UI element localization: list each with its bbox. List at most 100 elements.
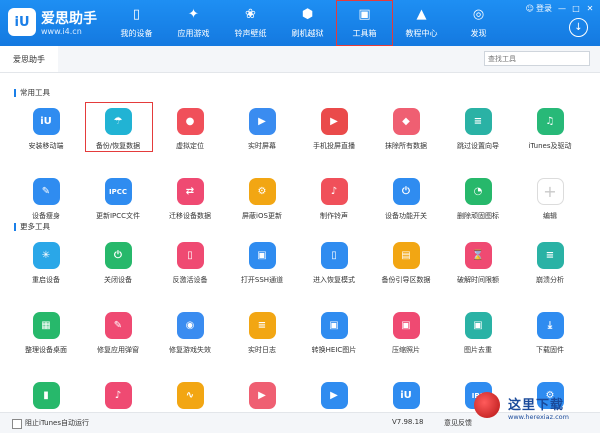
user-icon: ☺ [525, 4, 534, 13]
minimize-button[interactable]: — [558, 4, 566, 13]
delete-icon-icon: ◔ [464, 178, 492, 205]
download-icon[interactable]: ↓ [569, 18, 588, 37]
tool-tile-slim-device[interactable]: ✎ 设备瘦身 [10, 174, 82, 244]
tool-label: 编辑 [543, 212, 557, 220]
app-logo-icon: iU [8, 8, 36, 36]
feedback-link[interactable]: 意见反馈 [444, 418, 472, 428]
tool-tile-location-pin[interactable]: ● 虚拟定位 [154, 104, 226, 174]
player-icon: ▶ [320, 382, 348, 409]
tool-tile-power[interactable]: ⏻ 关闭设备 [82, 238, 154, 308]
maximize-button[interactable]: □ [572, 4, 580, 13]
tool-label: 图片去重 [464, 346, 492, 354]
tool-label: 压缩照片 [392, 346, 420, 354]
nav-tab-ringtone[interactable]: ❀ 铃声壁纸 [222, 0, 279, 46]
make-ringtone-icon: ♪ [320, 178, 348, 205]
install-mobile-icon: iU [32, 108, 60, 135]
tab-i4-assistant[interactable]: 爱思助手 [0, 46, 58, 72]
nav-tab-flash[interactable]: ⬢ 刷机越狱 [279, 0, 336, 46]
nav-tab-label: 铃声壁纸 [234, 29, 267, 38]
tool-tile-make-ringtone[interactable]: ♪ 制作铃声 [298, 174, 370, 244]
tool-tile-deactivate[interactable]: ▯ 反激活设备 [154, 238, 226, 308]
section-common: 常用工具 [14, 87, 50, 98]
section-common-title: 常用工具 [20, 88, 50, 97]
tool-label: 修复游戏失效 [169, 346, 211, 354]
main-nav: ▯ 我的设备 ✦ 应用游戏 ❀ 铃声壁纸 ⬢ 刷机越狱 ▣ 工具箱 ▲ 教程中心 ◎ 发现 [108, 0, 507, 46]
tool-label: 转换HEIC图片 [311, 346, 357, 354]
switch-icon: ⏻ [392, 178, 420, 205]
watermark-logo [474, 392, 500, 418]
tool-tile-desktop[interactable]: ▦ 整理设备桌面 [10, 308, 82, 378]
app-title: 爱思助手 [41, 11, 97, 27]
tool-tile-screen-mirror[interactable]: ▶ 实时屏幕 [226, 104, 298, 174]
ssh-icon: ▣ [248, 242, 276, 269]
itunes-autorun-label: 阻止iTunes自动运行 [25, 419, 89, 427]
tool-label: 修复应用弹窗 [97, 346, 139, 354]
desktop-icon: ▦ [32, 312, 60, 339]
tool-label: 崩溃分析 [536, 276, 564, 284]
app-url: www.i4.cn [41, 27, 82, 36]
tool-tile-restart[interactable]: ✳ 重启设备 [10, 238, 82, 308]
tool-tile-itunes[interactable]: ♫ iTunes及驱动 [514, 104, 586, 174]
tool-tile-ipcc[interactable]: IPCC 更新IPCC文件 [82, 174, 154, 244]
tool-label: 制作铃声 [320, 212, 348, 220]
recovery-icon: ▯ [320, 242, 348, 269]
tool-label: 整理设备桌面 [25, 346, 67, 354]
convert-video-icon: ▶ [248, 382, 276, 409]
tool-tile-live-cast[interactable]: ▶ 手机投屏直播 [298, 104, 370, 174]
tool-label: 破解时间限额 [457, 276, 499, 284]
nav-tab-discover[interactable]: ◎ 发现 [450, 0, 507, 46]
itunes-autorun-checkbox[interactable] [12, 419, 22, 429]
tool-tile-dedupe[interactable]: ▣ 图片去重 [442, 308, 514, 378]
nav-tab-phone[interactable]: ▯ 我的设备 [108, 0, 165, 46]
tool-tile-migrate[interactable]: ⇄ 迁移设备数据 [154, 174, 226, 244]
tool-tile-recovery[interactable]: ▯ 进入恢复模式 [298, 238, 370, 308]
tool-label: 虚拟定位 [176, 142, 204, 150]
search-input[interactable] [484, 51, 590, 66]
tool-label: 反激活设备 [172, 276, 208, 284]
power-icon: ⏻ [104, 242, 132, 269]
ringtone-icon: ❀ [245, 7, 256, 22]
tool-tile-time-limit[interactable]: ⌛ 破解时间限额 [442, 238, 514, 308]
tool-label: 打开SSH通道 [240, 276, 284, 284]
toolbox-icon: ▣ [358, 7, 371, 22]
selected-tool-highlight [85, 102, 153, 152]
tool-tile-log[interactable]: ≡ 实时日志 [226, 308, 298, 378]
tool-tile-delete-icon[interactable]: ◔ 删除顽固图标 [442, 174, 514, 244]
tool-tile-skip-setup[interactable]: ≡ 跳过设置向导 [442, 104, 514, 174]
nav-tab-toolbox[interactable]: ▣ 工具箱 [336, 0, 393, 46]
gamepad-icon: ◉ [176, 312, 204, 339]
tool-tile-heic[interactable]: ▣ 转换HEIC图片 [298, 308, 370, 378]
tool-tile-firmware[interactable]: ⤓ 下载固件 [514, 308, 586, 378]
phone-icon: ▯ [132, 7, 141, 22]
tool-tile-repair-popup[interactable]: ✎ 修复应用弹窗 [82, 308, 154, 378]
log-icon: ≡ [248, 312, 276, 339]
apps-icon: ✦ [188, 7, 199, 22]
tool-tile-add[interactable]: + 编辑 [514, 174, 586, 244]
tool-label: 安装移动端 [28, 142, 64, 150]
tool-tile-block-update[interactable]: ⚙ 屏蔽iOS更新 [226, 174, 298, 244]
tool-label: 备份引导区数据 [381, 276, 431, 284]
tool-tile-eraser[interactable]: ◆ 抹除所有数据 [370, 104, 442, 174]
tool-tile-compress-photo[interactable]: ▣ 压缩照片 [370, 308, 442, 378]
tool-tile-install-mobile[interactable]: iU 安装移动端 [10, 104, 82, 174]
discover-icon: ◎ [472, 7, 485, 22]
tool-tile-boot-backup[interactable]: ▤ 备份引导区数据 [370, 238, 442, 308]
tool-tile-ssh[interactable]: ▣ 打开SSH通道 [226, 238, 298, 308]
tool-label: iTunes及驱动 [528, 142, 572, 150]
tool-tile-switch[interactable]: ⏻ 设备功能开关 [370, 174, 442, 244]
watermark-text: 这里下载 [508, 398, 565, 413]
add-icon: + [536, 178, 564, 205]
tool-tile-crash-analysis[interactable]: ≡ 崩溃分析 [514, 238, 586, 308]
login-button[interactable]: ☺ 登录 [526, 3, 552, 14]
tool-tile-gamepad[interactable]: ◉ 修复游戏失效 [154, 308, 226, 378]
tool-label: 关闭设备 [104, 276, 132, 284]
crash-analysis-icon: ≡ [536, 242, 564, 269]
sub-toolbar: 爱思助手 [0, 46, 600, 73]
nav-tab-tutorial[interactable]: ▲ 教程中心 [393, 0, 450, 46]
close-button[interactable]: ✕ [586, 4, 594, 13]
tool-label: 屏蔽iOS更新 [242, 212, 282, 220]
nav-tab-label: 应用游戏 [177, 29, 210, 38]
nav-tab-apps[interactable]: ✦ 应用游戏 [165, 0, 222, 46]
tool-label: 下载固件 [536, 346, 564, 354]
section-more-title: 更多工具 [20, 222, 50, 231]
